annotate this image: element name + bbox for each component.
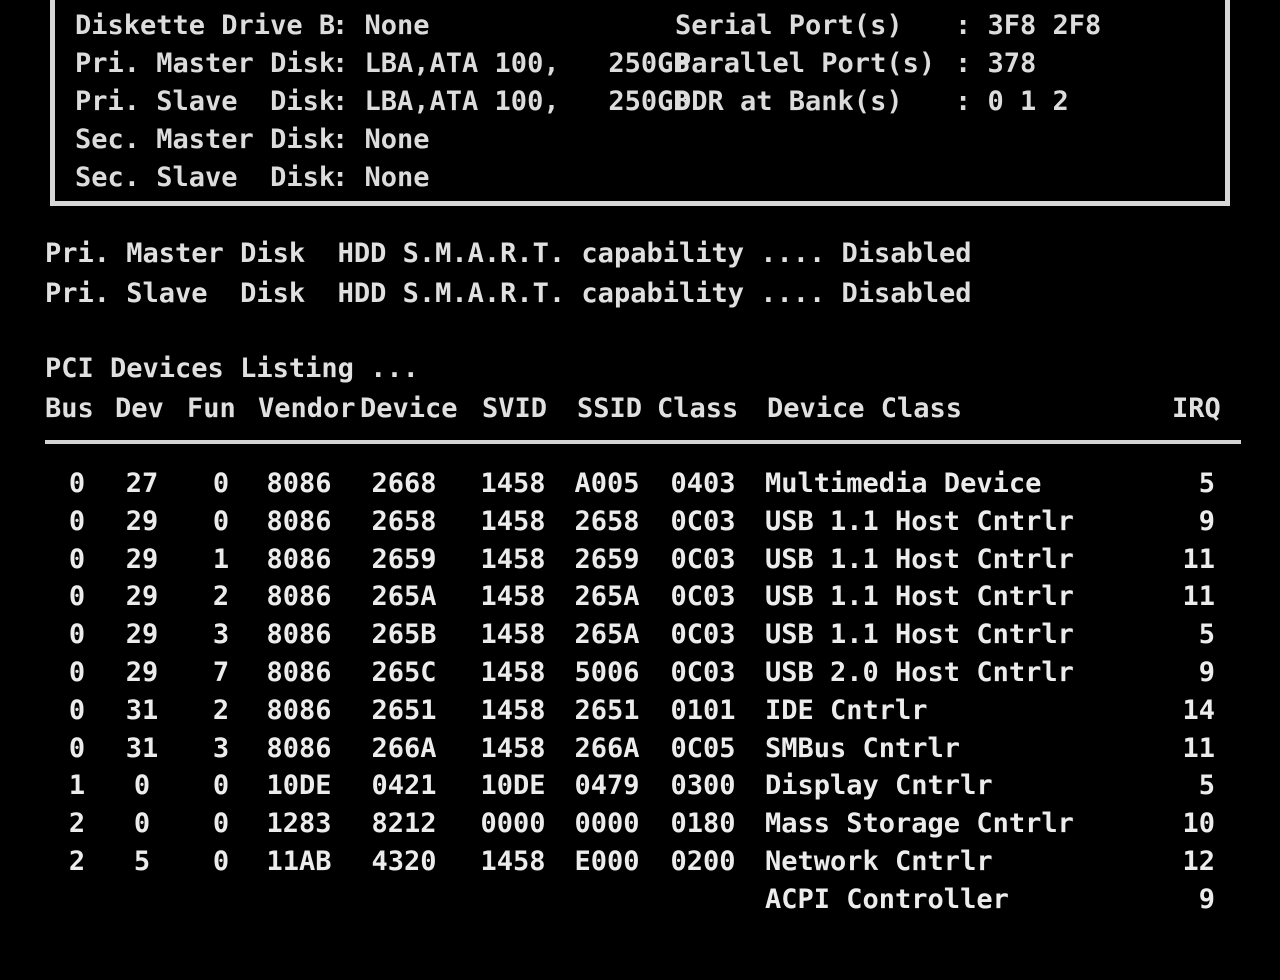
cell-class: 0101: [670, 695, 736, 726]
cell-class: 0180: [670, 808, 736, 839]
cell-irq: 12: [1182, 846, 1215, 877]
cell-device: 2651: [371, 695, 437, 726]
cell-class: 0C05: [670, 733, 736, 764]
cell-device: 2658: [371, 506, 437, 537]
smart-status-line-1: Pri. Slave Disk HDD S.M.A.R.T. capabilit…: [45, 278, 972, 309]
cell-device-class: ACPI Controller: [765, 884, 1009, 915]
cell-vendor: 11AB: [266, 846, 332, 877]
sys-left-label-1: Pri. Master Disk: [75, 48, 336, 79]
cell-device: 4320: [371, 846, 437, 877]
cell-device-class: Mass Storage Cntrlr: [765, 808, 1074, 839]
cell-device-class: SMBus Cntrlr: [765, 733, 961, 764]
cell-vendor: 10DE: [266, 770, 332, 801]
sys-right-label-2: DDR at Bank(s): [675, 86, 903, 117]
cell-irq: 11: [1182, 544, 1215, 575]
cell-vendor: 8086: [266, 581, 332, 612]
cell-device: 2668: [371, 468, 437, 499]
cell-device-class: Network Cntrlr: [765, 846, 993, 877]
cell-device-class: USB 1.1 Host Cntrlr: [765, 619, 1074, 650]
header-bus: Bus: [45, 393, 94, 424]
sys-right-value-1: : 378: [955, 48, 1037, 79]
sys-right-value-0: : 3F8 2F8: [955, 10, 1102, 41]
sys-left-label-4: Sec. Slave Disk: [75, 162, 336, 193]
header-dev: Dev: [115, 393, 164, 424]
cell-class: 0300: [670, 770, 736, 801]
sys-left-value-3: : None: [332, 124, 430, 155]
sys-right-label-0: Serial Port(s): [675, 10, 903, 41]
cell-irq: 11: [1182, 733, 1215, 764]
cell-device-class: Multimedia Device: [765, 468, 1042, 499]
smart-status-line-0: Pri. Master Disk HDD S.M.A.R.T. capabili…: [45, 238, 972, 269]
header-device: Device: [360, 393, 458, 424]
cell-device-class: USB 1.1 Host Cntrlr: [765, 581, 1074, 612]
cell-class: 0C03: [670, 581, 736, 612]
cell-device: 0421: [371, 770, 437, 801]
sys-left-value-1: : LBA,ATA 100, 250GB: [332, 48, 690, 79]
header-vendor: Vendor: [258, 393, 356, 424]
cell-vendor: 8086: [266, 506, 332, 537]
header-divider: [45, 440, 1241, 444]
bios-screen: Diskette Drive B : None Pri. Master Disk…: [0, 0, 1280, 980]
cell-device: 265C: [371, 657, 437, 688]
sys-left-value-2: : LBA,ATA 100, 250GB: [332, 86, 690, 117]
sys-left-value-4: : None: [332, 162, 430, 193]
cell-device: 2659: [371, 544, 437, 575]
sys-left-label-0: Diskette Drive B: [75, 10, 336, 41]
header-device-class: Device Class: [767, 393, 963, 424]
cell-device-class: IDE Cntrlr: [765, 695, 928, 726]
sys-right-value-2: : 0 1 2: [955, 86, 1069, 117]
cell-device-class: USB 1.1 Host Cntrlr: [765, 506, 1074, 537]
sys-left-label-3: Sec. Master Disk: [75, 124, 336, 155]
cell-irq: 9: [1198, 506, 1215, 537]
cell-device: 265B: [371, 619, 437, 650]
cell-device-class: Display Cntrlr: [765, 770, 993, 801]
cell-class: 0200: [670, 846, 736, 877]
cell-device: 266A: [371, 733, 437, 764]
header-irq: IRQ: [1172, 393, 1221, 424]
cell-irq: 11: [1182, 581, 1215, 612]
pci-listing-title: PCI Devices Listing ...: [45, 353, 419, 384]
cell-irq: 5: [1198, 468, 1215, 499]
cell-vendor: 8086: [266, 733, 332, 764]
cell-vendor: 8086: [266, 544, 332, 575]
cell-device-class: USB 1.1 Host Cntrlr: [765, 544, 1074, 575]
cell-class: 0C03: [670, 657, 736, 688]
cell-irq: 5: [1198, 770, 1215, 801]
cell-class: 0C03: [670, 544, 736, 575]
cell-irq: 9: [1198, 884, 1215, 915]
cell-vendor: 8086: [266, 657, 332, 688]
cell-vendor: 8086: [266, 619, 332, 650]
header-svid: SVID: [482, 393, 548, 424]
sys-right-label-1: Parallel Port(s): [675, 48, 936, 79]
cell-device-class: USB 2.0 Host Cntrlr: [765, 657, 1074, 688]
cell-device: 265A: [371, 581, 437, 612]
cell-irq: 5: [1198, 619, 1215, 650]
cell-class: 0C03: [670, 506, 736, 537]
cell-class: 0C03: [670, 619, 736, 650]
cell-irq: 14: [1182, 695, 1215, 726]
header-class: Class: [657, 393, 739, 424]
cell-vendor: 8086: [266, 468, 332, 499]
header-fun: Fun: [187, 393, 236, 424]
sys-left-value-0: : None: [332, 10, 430, 41]
cell-vendor: 1283: [266, 808, 332, 839]
cell-irq: 9: [1198, 657, 1215, 688]
header-ssid: SSID: [577, 393, 643, 424]
cell-vendor: 8086: [266, 695, 332, 726]
sys-left-label-2: Pri. Slave Disk: [75, 86, 336, 117]
cell-class: 0403: [670, 468, 736, 499]
cell-irq: 10: [1182, 808, 1215, 839]
cell-device: 8212: [371, 808, 437, 839]
